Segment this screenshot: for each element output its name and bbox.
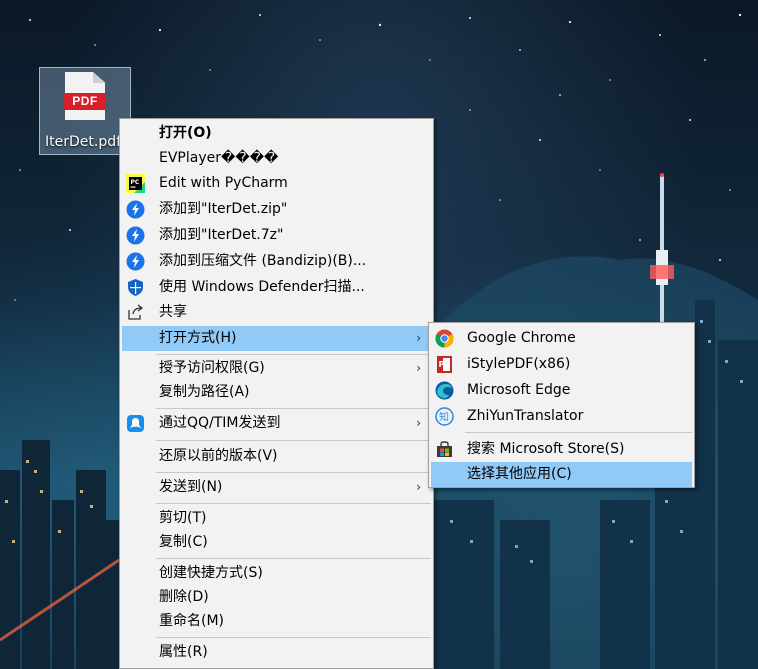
bandizip-icon — [126, 226, 145, 245]
menu-item-send-via-qq-tim[interactable]: 通过QQ/TIM发送到 › — [122, 411, 431, 436]
submenu-item-label: iStylePDF(x86) — [467, 356, 571, 372]
bandizip-icon — [126, 200, 145, 219]
qq-tim-icon — [127, 415, 144, 432]
pdf-badge: PDF — [64, 93, 106, 110]
menu-item-label: EVPlayer���� — [159, 150, 279, 166]
submenu-item-istylepdf[interactable]: P iStylePDF(x86) — [431, 352, 692, 377]
menu-item-label: 属性(R) — [159, 644, 208, 660]
open-with-submenu: Google Chrome P iStylePDF(x86) Microsoft… — [428, 322, 695, 488]
menu-separator — [156, 354, 431, 355]
submenu-item-zhiyun-translator[interactable]: 知 ZhiYunTranslator — [431, 404, 692, 429]
menu-item-label: 重命名(M) — [159, 613, 225, 629]
menu-separator — [156, 408, 431, 409]
menu-item-label: 剪切(T) — [159, 510, 207, 526]
menu-item-add-to-archive-bandizip[interactable]: 添加到压缩文件 (Bandizip)(B)... — [122, 249, 431, 274]
menu-item-label: 打开方式(H) — [159, 330, 237, 346]
menu-separator — [156, 440, 431, 441]
submenu-item-search-microsoft-store[interactable]: 搜索 Microsoft Store(S) — [431, 437, 692, 462]
menu-item-scan-windows-defender[interactable]: 使用 Windows Defender扫描... — [122, 275, 431, 300]
submenu-separator — [465, 432, 692, 433]
svg-text:P: P — [439, 360, 445, 369]
windows-defender-shield-icon — [128, 279, 143, 296]
menu-item-restore-previous-versions[interactable]: 还原以前的版本(V) — [122, 444, 431, 469]
istylepdf-icon: P — [437, 356, 452, 373]
menu-item-evplayer[interactable]: EVPlayer���� — [122, 146, 431, 171]
menu-separator — [156, 503, 431, 504]
submenu-arrow-icon: › — [416, 361, 421, 375]
menu-separator — [156, 558, 431, 559]
edge-icon — [435, 381, 454, 400]
microsoft-store-icon — [437, 441, 452, 457]
menu-item-label: 授予访问权限(G) — [159, 360, 265, 376]
submenu-arrow-icon: › — [416, 416, 421, 430]
menu-item-label: 添加到"IterDet.7z" — [159, 227, 284, 243]
menu-item-label: 添加到"IterDet.zip" — [159, 201, 288, 217]
submenu-item-label: ZhiYunTranslator — [467, 408, 584, 424]
menu-item-share[interactable]: 共享 — [122, 300, 431, 325]
desktop-background: PDF IterDet.pdf 打开(O) EVPlayer���� PC Ed… — [0, 0, 758, 669]
menu-item-copy-as-path[interactable]: 复制为路径(A) — [122, 380, 431, 405]
menu-item-label: 删除(D) — [159, 589, 209, 605]
chrome-icon — [435, 329, 454, 348]
menu-item-edit-with-pycharm[interactable]: PC Edit with PyCharm — [122, 171, 431, 196]
desktop-file-icon-iterdet[interactable]: PDF IterDet.pdf — [39, 67, 131, 155]
submenu-item-choose-another-app[interactable]: 选择其他应用(C) — [431, 462, 692, 487]
menu-separator — [156, 472, 431, 473]
menu-item-label: 打开(O) — [159, 125, 212, 141]
submenu-item-microsoft-edge[interactable]: Microsoft Edge — [431, 378, 692, 403]
svg-text:PC: PC — [131, 179, 140, 186]
bandizip-icon — [126, 252, 145, 271]
menu-item-rename[interactable]: 重命名(M) — [122, 609, 431, 634]
menu-item-open[interactable]: 打开(O) — [122, 121, 431, 146]
menu-item-give-access[interactable]: 授予访问权限(G) › — [122, 356, 431, 381]
menu-item-properties[interactable]: 属性(R) — [122, 640, 431, 665]
menu-separator — [156, 637, 431, 638]
menu-item-label: Edit with PyCharm — [159, 175, 288, 191]
svg-text:知: 知 — [439, 411, 449, 424]
pycharm-icon: PC — [126, 174, 145, 193]
menu-item-label: 复制(C) — [159, 534, 208, 550]
submenu-item-label: Microsoft Edge — [467, 382, 571, 398]
submenu-arrow-icon: › — [416, 331, 421, 345]
share-icon — [128, 304, 144, 320]
menu-item-label: 使用 Windows Defender扫描... — [159, 279, 365, 295]
menu-item-add-to-7z[interactable]: 添加到"IterDet.7z" — [122, 223, 431, 248]
menu-item-cut[interactable]: 剪切(T) — [122, 506, 431, 531]
menu-item-copy[interactable]: 复制(C) — [122, 530, 431, 555]
menu-item-label: 添加到压缩文件 (Bandizip)(B)... — [159, 253, 367, 269]
menu-item-label: 共享 — [159, 304, 187, 320]
zhiyun-translator-icon: 知 — [435, 407, 454, 426]
menu-item-add-to-zip[interactable]: 添加到"IterDet.zip" — [122, 197, 431, 222]
menu-item-label: 通过QQ/TIM发送到 — [159, 415, 281, 431]
submenu-item-label: Google Chrome — [467, 330, 576, 346]
menu-item-send-to[interactable]: 发送到(N) › — [122, 475, 431, 500]
submenu-arrow-icon: › — [416, 480, 421, 494]
submenu-item-label: 选择其他应用(C) — [467, 466, 572, 482]
menu-item-delete[interactable]: 删除(D) — [122, 585, 431, 610]
menu-item-create-shortcut[interactable]: 创建快捷方式(S) — [122, 561, 431, 586]
menu-item-label: 创建快捷方式(S) — [159, 565, 263, 581]
submenu-item-label: 搜索 Microsoft Store(S) — [467, 441, 625, 457]
menu-item-open-with[interactable]: 打开方式(H) › — [122, 326, 431, 351]
submenu-item-google-chrome[interactable]: Google Chrome — [431, 326, 692, 351]
menu-item-label: 发送到(N) — [159, 479, 223, 495]
menu-item-label: 复制为路径(A) — [159, 384, 250, 400]
desktop-file-label: IterDet.pdf — [45, 134, 122, 150]
context-menu: 打开(O) EVPlayer���� PC Edit with PyCharm … — [119, 118, 434, 669]
menu-item-label: 还原以前的版本(V) — [159, 448, 278, 464]
